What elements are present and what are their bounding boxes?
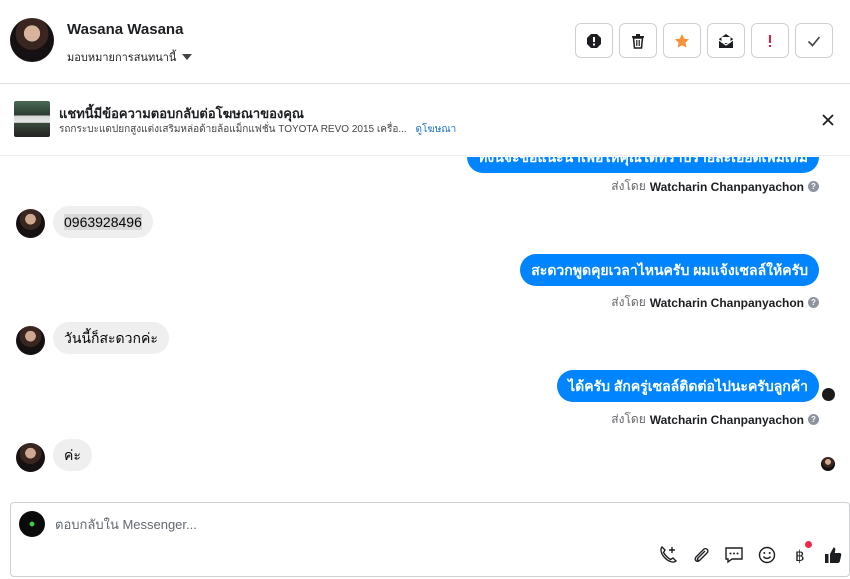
message-thread[interactable]: ทั้งนี้จะขอแนะนำเพื่อให้คุณได้ทราบรายละเ… (0, 157, 850, 502)
message-bubble-outgoing[interactable]: ได้ครับ สักครู่เซลล์ติดต่อไปนะครับลูกค้า (557, 370, 819, 402)
ad-reply-banner: แชทนี้มีข้อความตอบกลับต่อโฆษณาของคุณ รถก… (0, 84, 850, 156)
message-bubble-incoming[interactable]: วันนี้ก็สะดวกค่ะ (53, 322, 169, 354)
message-bubble-outgoing[interactable]: ทั้งนี้จะขอแนะนำเพื่อให้คุณได้ทราบรายละเ… (467, 157, 819, 173)
follow-up-button[interactable] (751, 23, 789, 58)
star-button[interactable] (663, 23, 701, 58)
conversation-header: Wasana Wasana มอบหมายการสนทนานี้ (0, 0, 850, 84)
page-seen-indicator (822, 388, 835, 401)
mark-done-button[interactable] (795, 23, 833, 58)
mark-unread-button[interactable] (707, 23, 745, 58)
like-icon (825, 547, 842, 563)
payment-button[interactable]: ฿ (789, 541, 812, 566)
help-icon[interactable]: ? (808, 181, 819, 192)
ad-description: รถกระบะแดปยกสูงแต่งเสริมหล่อด้ายล้อแม็กแ… (59, 124, 407, 135)
sent-by-prefix: ส่งโดย (611, 295, 646, 309)
help-icon[interactable]: ? (808, 414, 819, 425)
done-check-icon (807, 35, 821, 47)
like-button[interactable] (822, 544, 844, 566)
star-icon (675, 33, 689, 48)
contact-name[interactable]: Wasana Wasana (67, 21, 183, 38)
saved-replies-button[interactable] (723, 544, 745, 566)
contact-avatar-small (16, 209, 45, 238)
saved-reply-icon (725, 547, 743, 564)
assign-conversation-dropdown[interactable]: มอบหมายการสนทนานี้ (67, 48, 193, 66)
trash-icon (632, 33, 644, 49)
payment-icon: ฿ (795, 547, 805, 565)
banner-title: แชทนี้มีข้อความตอบกลับต่อโฆษณาของคุณ (59, 106, 304, 121)
contact-avatar-small (16, 443, 45, 472)
header-actions (575, 23, 833, 58)
notification-dot (805, 541, 812, 548)
attach-button[interactable] (690, 544, 712, 566)
view-ad-link[interactable]: ดูโฆษณา (415, 124, 456, 135)
message-bubble-incoming[interactable]: ค่ะ (53, 439, 92, 471)
emoji-button[interactable] (756, 544, 778, 566)
delete-button[interactable] (619, 23, 657, 58)
spam-icon (587, 33, 601, 48)
message-bubble-incoming[interactable]: 0963928496 (53, 206, 153, 238)
banner-subtitle: รถกระบะแดปยกสูงแต่งเสริมหล่อด้ายล้อแม็กแ… (59, 122, 456, 137)
add-call-button[interactable] (657, 544, 679, 566)
close-banner-button[interactable] (816, 108, 840, 132)
caret-down-icon (182, 54, 193, 60)
page-avatar (19, 511, 45, 537)
sent-by-label: ส่งโดย Watcharin Chanpanyachon ? (611, 293, 819, 312)
mark-spam-button[interactable] (575, 23, 613, 58)
follow-up-icon (769, 34, 771, 47)
help-icon[interactable]: ? (808, 297, 819, 308)
contact-seen-indicator (821, 457, 835, 471)
svg-text:฿: ฿ (795, 547, 805, 565)
contact-avatar-small (16, 326, 45, 355)
sent-by-label: ส่งโดย Watcharin Chanpanyachon ? (611, 177, 819, 196)
sent-by-prefix: ส่งโดย (611, 179, 646, 193)
composer-tools: ฿ (657, 541, 844, 566)
attachment-icon (694, 547, 709, 563)
sender-name: Watcharin Chanpanyachon (649, 295, 804, 310)
contact-avatar[interactable] (10, 18, 54, 62)
sender-name: Watcharin Chanpanyachon (649, 179, 804, 194)
reply-composer: ฿ (10, 502, 850, 577)
messenger-inbox-conversation: Wasana Wasana มอบหมายการสนทนานี้ แชทนี้ม… (0, 0, 850, 579)
sent-by-prefix: ส่งโดย (611, 412, 646, 426)
sender-name: Watcharin Chanpanyachon (649, 412, 804, 427)
phone-number-text[interactable]: 0963928496 (64, 214, 142, 230)
emoji-icon (758, 546, 776, 564)
ad-thumbnail[interactable] (14, 101, 50, 137)
close-icon (822, 114, 834, 126)
mark-unread-icon (718, 33, 734, 48)
assign-label: มอบหมายการสนทนานี้ (67, 52, 177, 64)
call-add-icon (660, 546, 677, 563)
sent-by-label: ส่งโดย Watcharin Chanpanyachon ? (611, 410, 819, 429)
reply-input[interactable] (55, 517, 755, 532)
message-bubble-outgoing[interactable]: สะดวกพูดคุยเวลาไหนครับ ผมแจ้งเซลล์ให้ครั… (520, 254, 819, 286)
